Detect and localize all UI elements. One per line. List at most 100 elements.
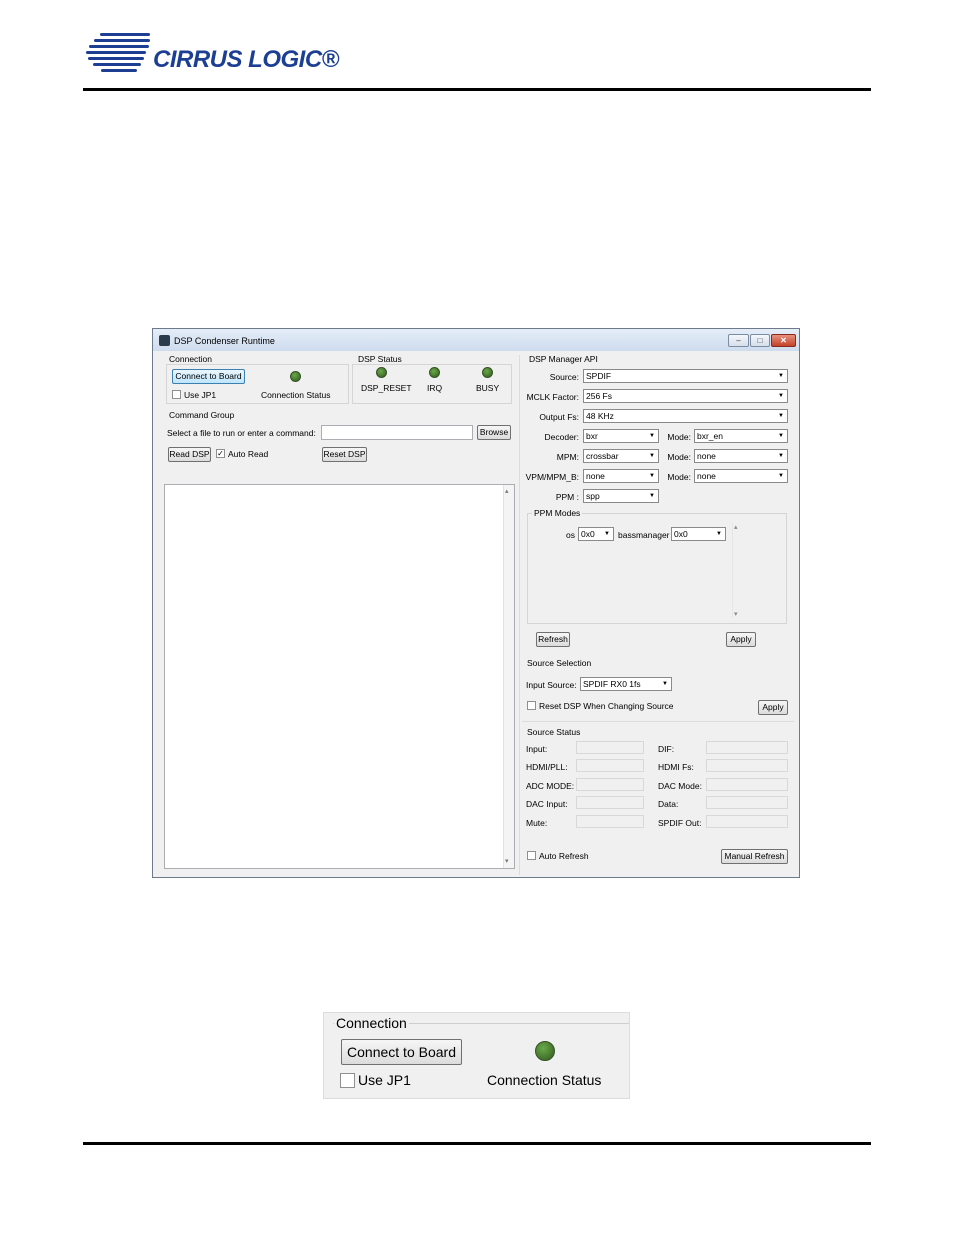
data-status-field	[706, 796, 788, 809]
source-selection-label: Source Selection	[525, 658, 594, 668]
adc-mode-status-field	[576, 778, 644, 791]
mpm-mode-value: none	[697, 451, 716, 461]
output-text-area[interactable]	[164, 484, 515, 869]
source-select-value: SPDIF	[586, 371, 612, 381]
mpm-select[interactable]: crossbar ▼	[583, 449, 659, 463]
dropdown-arrow-icon: ▼	[778, 373, 784, 379]
input-status-label: Input:	[526, 744, 548, 754]
dac-mode-status-field	[706, 778, 788, 791]
mute-status-field	[576, 815, 644, 828]
auto-read-checkbox[interactable]: ✓	[216, 449, 225, 458]
mclk-factor-select[interactable]: 256 Fs ▼	[583, 389, 788, 403]
minimize-button[interactable]: –	[728, 334, 749, 347]
zoom-connect-to-board-button[interactable]: Connect to Board	[341, 1039, 462, 1065]
spdif-out-status-label: SPDIF Out:	[658, 818, 702, 828]
connection-status-label: Connection Status	[261, 390, 331, 400]
output-fs-select[interactable]: 48 KHz ▼	[583, 409, 788, 423]
vpm-mode-select[interactable]: none ▼	[694, 469, 788, 483]
hdmi-pll-status-label: HDMI/PLL:	[526, 762, 568, 772]
decoder-mode-value: bxr_en	[697, 431, 723, 441]
manual-refresh-button[interactable]: Manual Refresh	[721, 849, 788, 864]
read-dsp-button[interactable]: Read DSP	[168, 447, 211, 462]
dif-status-field	[706, 741, 788, 754]
command-input[interactable]	[321, 425, 473, 440]
connect-to-board-button[interactable]: Connect to Board	[172, 369, 245, 384]
hdmi-fs-status-field	[706, 759, 788, 772]
dac-input-status-field	[576, 796, 644, 809]
zoom-use-jp1-label: Use JP1	[358, 1072, 411, 1088]
bassmanager-select[interactable]: 0x0 ▼	[671, 527, 726, 541]
vpm-value: none	[586, 471, 605, 481]
dropdown-arrow-icon: ▼	[778, 413, 784, 419]
output-scrollbar[interactable]	[503, 485, 514, 868]
reset-dsp-button[interactable]: Reset DSP	[322, 447, 367, 462]
dsp-condenser-window: DSP Condenser Runtime – □ ✕ Connection C…	[152, 328, 800, 878]
adc-mode-status-label: ADC MODE:	[526, 781, 575, 791]
scroll-up-icon[interactable]: ▴	[505, 487, 509, 495]
connection-group-label: Connection	[167, 354, 215, 364]
dac-mode-status-label: DAC Mode:	[658, 781, 702, 791]
use-jp1-label: Use JP1	[184, 390, 217, 400]
mpm-value: crossbar	[586, 451, 619, 461]
window-title: DSP Condenser Runtime	[174, 336, 275, 346]
use-jp1-checkbox[interactable]	[172, 390, 181, 399]
dropdown-arrow-icon: ▼	[662, 681, 668, 687]
vpm-select[interactable]: none ▼	[583, 469, 659, 483]
decoder-mode-label: Mode:	[667, 432, 691, 442]
scroll-down-icon[interactable]: ▾	[505, 857, 509, 865]
app-icon	[159, 335, 170, 346]
decoder-mode-select[interactable]: bxr_en ▼	[694, 429, 788, 443]
decoder-label: Decoder:	[544, 432, 580, 442]
auto-refresh-checkbox[interactable]	[527, 851, 536, 860]
scroll-down-icon[interactable]: ▾	[734, 610, 738, 618]
dif-status-label: DIF:	[658, 744, 675, 754]
reset-dsp-on-source-change-checkbox[interactable]	[527, 701, 536, 710]
hdmi-pll-status-field	[576, 759, 644, 772]
decoder-select[interactable]: bxr ▼	[583, 429, 659, 443]
dac-input-status-label: DAC Input:	[526, 799, 568, 809]
footer-rule	[83, 1142, 871, 1145]
cirrus-logo-text: CIRRUS LOGIC®	[153, 46, 339, 73]
dsp-reset-led-icon	[376, 367, 387, 378]
dropdown-arrow-icon: ▼	[649, 453, 655, 459]
ppm-label: PPM :	[555, 492, 579, 502]
os-value: 0x0	[581, 529, 595, 539]
maximize-button[interactable]: □	[750, 334, 770, 347]
connection-zoom-panel: Connection Connect to Board Use JP1 Conn…	[323, 1012, 630, 1099]
auto-read-label: Auto Read	[228, 449, 269, 459]
title-bar[interactable]: DSP Condenser Runtime – □ ✕	[153, 329, 799, 351]
vpm-mode-label: Mode:	[667, 472, 691, 482]
vpm-label: VPM/MPM_B:	[525, 472, 579, 482]
os-select[interactable]: 0x0 ▼	[578, 527, 614, 541]
dsp-reset-label: DSP_RESET	[361, 383, 412, 393]
mpm-mode-label: Mode:	[667, 452, 691, 462]
dropdown-arrow-icon: ▼	[778, 453, 784, 459]
source-apply-button[interactable]: Apply	[758, 700, 788, 715]
browse-button[interactable]: Browse	[477, 425, 511, 440]
auto-refresh-label: Auto Refresh	[539, 851, 589, 861]
input-source-value: SPDIF RX0 1fs	[583, 679, 641, 689]
ppm-scrollbar[interactable]	[732, 523, 733, 618]
mclk-factor-value: 256 Fs	[586, 391, 612, 401]
connection-status-led-icon	[290, 371, 301, 382]
output-fs-value: 48 KHz	[586, 411, 614, 421]
source-select[interactable]: SPDIF ▼	[583, 369, 788, 383]
mpm-mode-select[interactable]: none ▼	[694, 449, 788, 463]
ppm-refresh-button[interactable]: Refresh	[536, 632, 570, 647]
input-source-select[interactable]: SPDIF RX0 1fs ▼	[580, 677, 672, 691]
command-prompt-label: Select a file to run or enter a command:	[167, 428, 316, 438]
zoom-connection-status-led-icon	[535, 1041, 555, 1061]
ppm-apply-button[interactable]: Apply	[726, 632, 756, 647]
source-status-label: Source Status	[525, 727, 583, 737]
data-status-label: Data:	[658, 799, 679, 809]
dropdown-arrow-icon: ▼	[778, 433, 784, 439]
zoom-use-jp1-checkbox[interactable]	[340, 1073, 355, 1088]
zoom-connection-status-label: Connection Status	[487, 1072, 602, 1088]
ppm-select[interactable]: spp ▼	[583, 489, 659, 503]
scroll-up-icon[interactable]: ▴	[734, 523, 738, 531]
close-button[interactable]: ✕	[771, 334, 796, 347]
dropdown-arrow-icon: ▼	[649, 493, 655, 499]
irq-led-icon	[429, 367, 440, 378]
ppm-modes-group-label: PPM Modes	[532, 508, 583, 518]
cirrus-logo-mark	[86, 33, 150, 72]
